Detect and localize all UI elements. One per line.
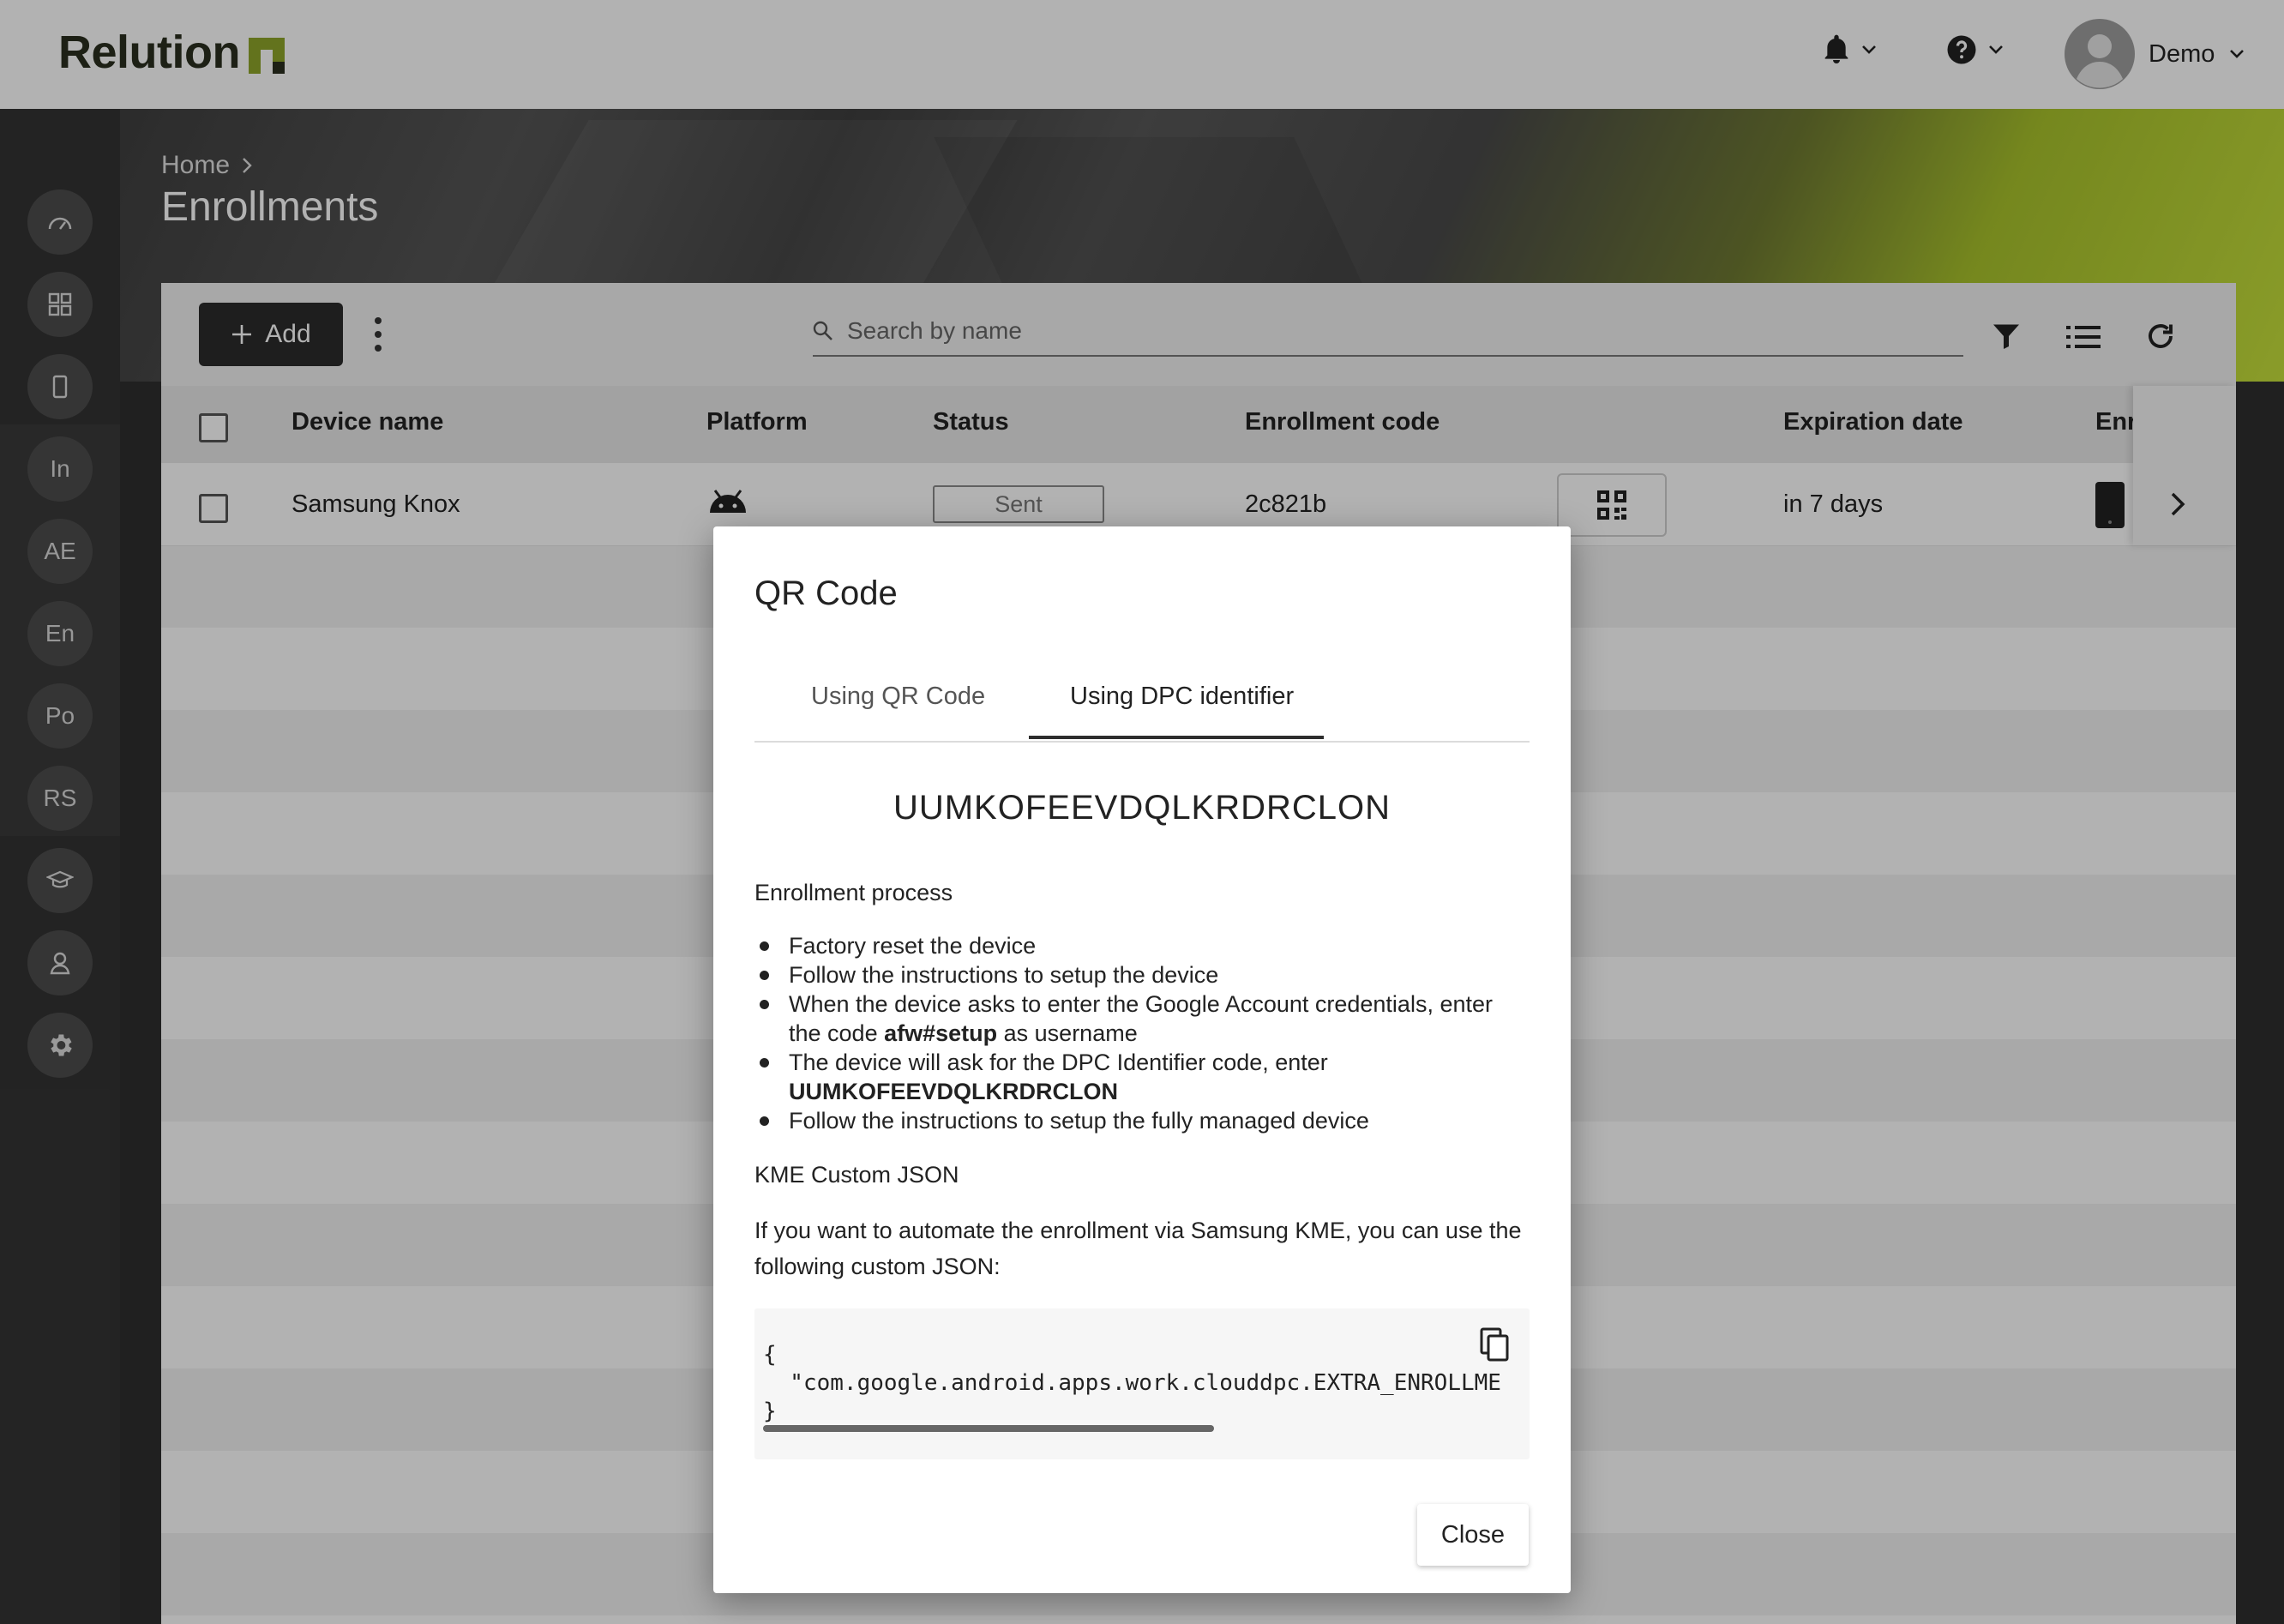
close-button[interactable]: Close	[1417, 1504, 1529, 1566]
horizontal-scrollbar[interactable]	[763, 1425, 1214, 1432]
list-item: Follow the instructions to setup the dev…	[754, 960, 1530, 989]
kme-description: If you want to automate the enrollment v…	[754, 1218, 1522, 1279]
list-item: When the device asks to enter the Google…	[754, 989, 1530, 1048]
active-tab-indicator	[1029, 736, 1324, 739]
json-code: { "com.google.android.apps.work.clouddpc…	[763, 1342, 1500, 1424]
tab-using-dpc-identifier[interactable]: Using DPC identifier	[1070, 683, 1294, 711]
setup-code: afw#setup	[884, 1020, 998, 1046]
kme-json-heading: KME Custom JSON	[754, 1162, 959, 1188]
enrollment-steps-list: Factory reset the device Follow the inst…	[754, 931, 1530, 1135]
copy-icon[interactable]	[1480, 1327, 1509, 1362]
dpc-identifier-code: UUMKOFEEVDQLKRDRCLON	[893, 789, 1391, 827]
list-item: The device will ask for the DPC Identifi…	[754, 1048, 1530, 1106]
tab-using-qr-code[interactable]: Using QR Code	[811, 683, 985, 711]
dialog-title: QR Code	[754, 574, 898, 612]
dpc-code-inline: UUMKOFEEVDQLKRDRCLON	[789, 1079, 1118, 1104]
list-item: Follow the instructions to setup the ful…	[754, 1106, 1530, 1135]
list-item: Factory reset the device	[754, 931, 1530, 960]
json-code-block[interactable]: { "com.google.android.apps.work.clouddpc…	[754, 1308, 1530, 1459]
enrollment-process-heading: Enrollment process	[754, 880, 953, 905]
